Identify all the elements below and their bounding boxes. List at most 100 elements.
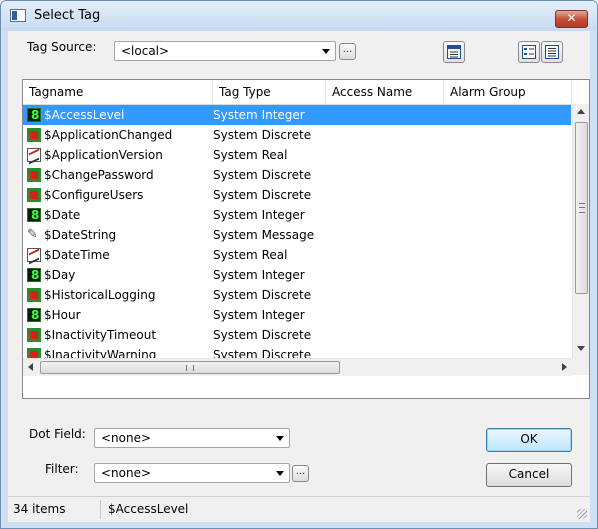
scroll-corner: [572, 358, 589, 375]
details-view-icon: [522, 45, 536, 59]
filter-label: Filter:: [45, 462, 79, 476]
tag-source-value: <local>: [121, 44, 170, 58]
dot-field-select[interactable]: <none>: [94, 428, 290, 448]
tagname-cell: $ApplicationVersion: [44, 148, 163, 162]
tag-type-cell: System Real: [213, 248, 288, 262]
vertical-scroll-thumb[interactable]: [575, 122, 588, 294]
filter-value: <none>: [101, 466, 152, 480]
scroll-up-icon[interactable]: [577, 109, 585, 114]
filter-select[interactable]: <none>: [94, 463, 290, 483]
message-tag-icon: [27, 225, 41, 245]
details-view-button[interactable]: [518, 41, 540, 63]
resize-grip-icon[interactable]: [577, 509, 587, 519]
column-header-tag-type[interactable]: Tag Type: [213, 80, 326, 104]
list-view-icon: [545, 45, 559, 59]
integer-tag-icon: [27, 305, 41, 325]
real-tag-icon: [27, 148, 41, 162]
chevron-down-icon: [276, 436, 284, 441]
table-row[interactable]: $DateString System Message: [23, 225, 571, 245]
table-row[interactable]: $DateTime System Real: [23, 245, 571, 265]
discrete-tag-icon: [27, 328, 41, 342]
close-icon: ✕: [566, 11, 577, 25]
cancel-button[interactable]: Cancel: [486, 463, 572, 487]
status-divider: [100, 500, 101, 519]
tag-type-cell: System Discrete: [213, 288, 312, 302]
select-tag-dialog: Select Tag ✕ Tag Source: <local> ... Tag…: [0, 0, 598, 529]
table-row[interactable]: $ApplicationVersion System Real: [23, 145, 571, 165]
table-row[interactable]: $HistoricalLogging System Discrete: [23, 285, 571, 305]
table-row[interactable]: $ApplicationChanged System Discrete: [23, 125, 571, 145]
close-button[interactable]: ✕: [555, 10, 588, 28]
tag-type-cell: System Message: [213, 228, 315, 242]
integer-tag-icon: [27, 205, 41, 225]
table-row[interactable]: $Day System Integer: [23, 265, 571, 285]
discrete-tag-icon: [27, 168, 41, 182]
window-icon: [10, 9, 26, 22]
discrete-tag-icon: [27, 188, 41, 202]
chevron-down-icon: [322, 49, 330, 54]
selected-tag-status: $AccessLevel: [108, 502, 189, 516]
tagname-cell: $Day: [44, 268, 76, 282]
vertical-scrollbar[interactable]: [572, 104, 589, 358]
properties-button[interactable]: [443, 41, 465, 63]
chevron-down-icon: [276, 471, 284, 476]
table-row[interactable]: $AccessLevel System Integer: [23, 105, 571, 125]
column-header-alarm-group[interactable]: Alarm Group: [444, 80, 572, 104]
dialog-body: Tag Source: <local> ... Tagname Tag Type…: [8, 31, 590, 522]
tagname-cell: $DateString: [44, 228, 117, 242]
discrete-tag-icon: [27, 288, 41, 302]
tag-type-cell: System Integer: [213, 308, 305, 322]
table-row[interactable]: $ConfigureUsers System Discrete: [23, 185, 571, 205]
tagname-cell: $Hour: [44, 308, 81, 322]
ok-button[interactable]: OK: [486, 428, 572, 452]
tag-type-cell: System Discrete: [213, 188, 312, 202]
tag-type-cell: System Discrete: [213, 168, 312, 182]
title-bar[interactable]: Select Tag ✕: [1, 1, 597, 31]
table-row[interactable]: $Date System Integer: [23, 205, 571, 225]
tag-type-cell: System Real: [213, 148, 288, 162]
integer-tag-icon: [27, 265, 41, 285]
tagname-cell: $HistoricalLogging: [44, 288, 156, 302]
tag-type-cell: System Discrete: [213, 128, 312, 142]
tagname-cell: $DateTime: [44, 248, 110, 262]
column-header-tagname[interactable]: Tagname: [23, 80, 213, 104]
tag-source-label: Tag Source:: [27, 40, 97, 54]
tagname-cell: $AccessLevel: [44, 108, 125, 122]
integer-tag-icon: [27, 105, 41, 125]
list-view-button[interactable]: [541, 41, 563, 63]
tagname-cell: $InactivityTimeout: [44, 328, 157, 342]
tag-type-cell: System Discrete: [213, 328, 312, 342]
properties-icon: [447, 45, 461, 59]
tagname-cell: $ApplicationChanged: [44, 128, 173, 142]
scroll-left-icon[interactable]: [28, 363, 33, 371]
tagname-cell: $ConfigureUsers: [44, 188, 144, 202]
tag-type-cell: System Integer: [213, 108, 305, 122]
list-header: Tagname Tag Type Access Name Alarm Group: [23, 80, 589, 105]
scroll-right-icon[interactable]: [562, 363, 567, 371]
item-count: 34 items: [13, 502, 66, 516]
window-title: Select Tag: [34, 8, 101, 23]
tag-list[interactable]: Tagname Tag Type Access Name Alarm Group…: [22, 79, 590, 399]
tag-source-browse-button[interactable]: ...: [339, 43, 356, 60]
tag-source-select[interactable]: <local>: [114, 41, 336, 61]
dot-field-value: <none>: [101, 431, 152, 445]
table-row[interactable]: $ChangePassword System Discrete: [23, 165, 571, 185]
real-tag-icon: [27, 248, 41, 262]
tagname-cell: $Date: [44, 208, 81, 222]
discrete-tag-icon: [27, 128, 41, 142]
list-rows: $AccessLevel System Integer $ApplicationCh…: [23, 105, 571, 365]
grip-icon: [186, 365, 194, 371]
dot-field-label: Dot Field:: [29, 427, 86, 441]
grip-icon: [579, 203, 585, 213]
tag-type-cell: System Integer: [213, 268, 305, 282]
tag-type-cell: System Integer: [213, 208, 305, 222]
tagname-cell: $ChangePassword: [44, 168, 154, 182]
table-row[interactable]: $Hour System Integer: [23, 305, 571, 325]
filter-browse-button[interactable]: ...: [292, 465, 309, 482]
scroll-down-icon[interactable]: [577, 346, 585, 351]
table-row[interactable]: $InactivityTimeout System Discrete: [23, 325, 571, 345]
status-bar: 34 items $AccessLevel: [8, 496, 590, 522]
horizontal-scroll-thumb[interactable]: [40, 361, 340, 374]
column-header-access-name[interactable]: Access Name: [326, 80, 444, 104]
horizontal-scrollbar[interactable]: [23, 358, 572, 376]
